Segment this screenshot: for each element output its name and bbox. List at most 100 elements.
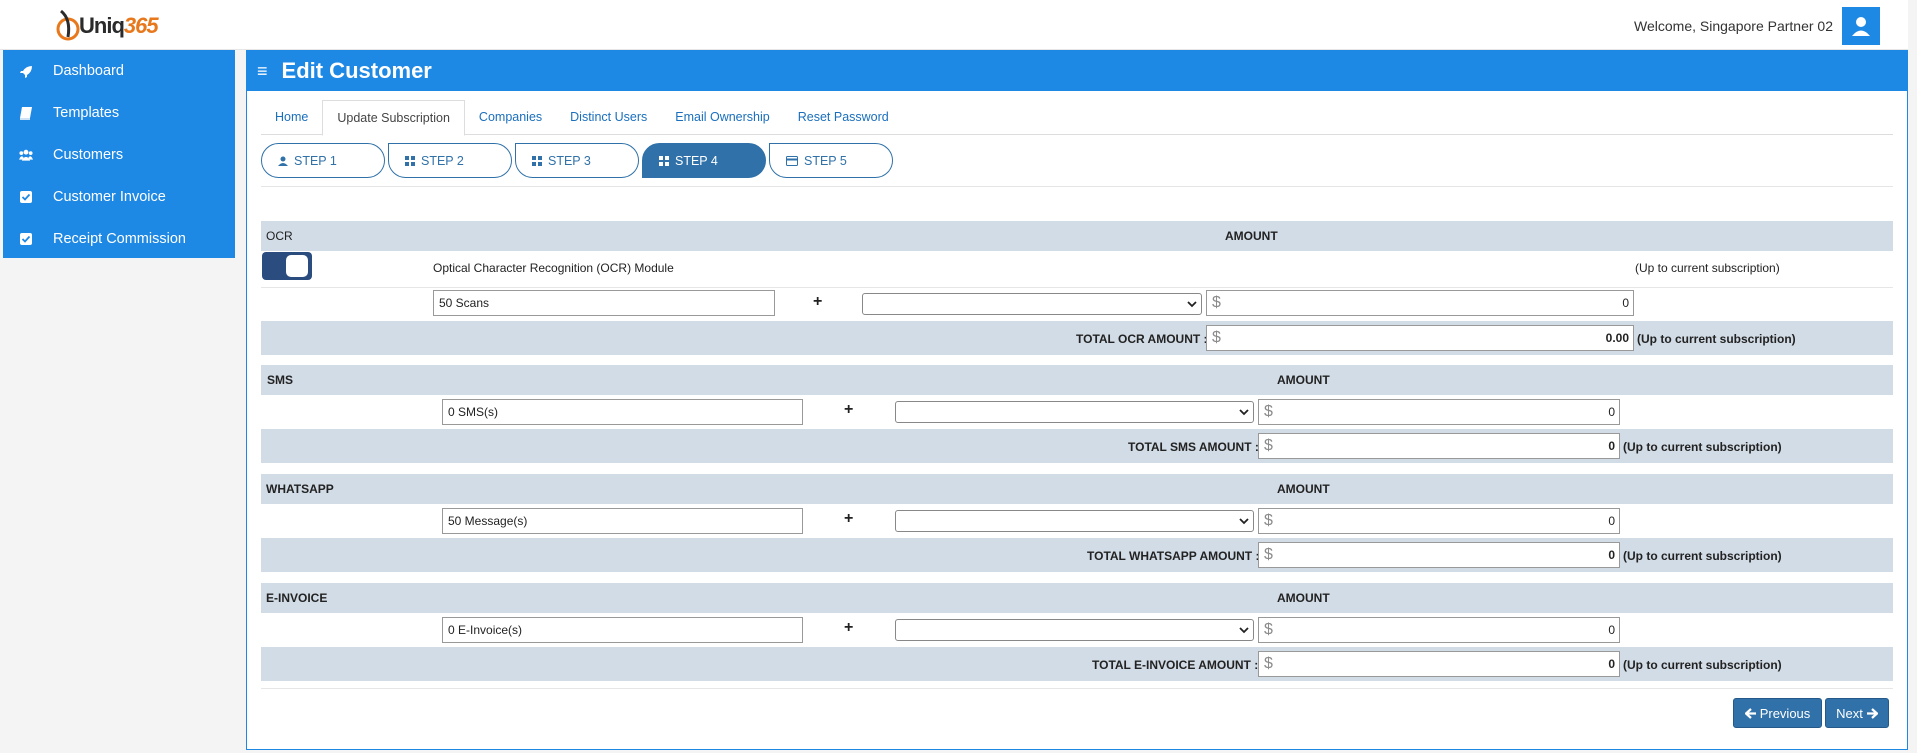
rocket-icon (19, 64, 33, 78)
chevron-down-icon (1187, 301, 1197, 308)
credit-card-icon (786, 155, 798, 166)
whatsapp-package-select[interactable] (895, 510, 1254, 532)
logo[interactable]: Uniq365 (55, 6, 159, 46)
ocr-header: OCR (266, 229, 293, 243)
sms-total-label: TOTAL SMS AMOUNT : (1128, 440, 1259, 454)
ocr-total-row: TOTAL OCR AMOUNT : $0.00 (Up to current … (261, 321, 1893, 355)
einvoice-total-row: TOTAL E-INVOICE AMOUNT : $0 (Up to curre… (261, 647, 1893, 681)
ocr-total-note: (Up to current subscription) (1637, 332, 1796, 346)
whatsapp-header: WHATSAPP (266, 482, 334, 496)
step-label: STEP 4 (675, 153, 718, 168)
ocr-amount-field[interactable]: $0 (1206, 290, 1634, 316)
sidebar-item-customer-invoice[interactable]: Customer Invoice (3, 176, 235, 218)
sms-total-row: TOTAL SMS AMOUNT : $0 (Up to current sub… (261, 429, 1893, 463)
dollar-icon: $ (1212, 294, 1221, 311)
einvoice-header: E-INVOICE (266, 591, 328, 605)
divider (261, 186, 1893, 187)
footer-divider (261, 688, 1893, 689)
einvoice-plus-icon[interactable]: + (844, 619, 853, 637)
tab-home[interactable]: Home (261, 100, 322, 135)
tab-bar: Home Update Subscription Companies Disti… (261, 100, 1893, 136)
ocr-quantity-field[interactable]: 50 Scans (433, 290, 775, 316)
page-title: Edit Customer (281, 58, 432, 83)
whatsapp-quantity-field[interactable]: 50 Message(s) (442, 508, 803, 534)
step-5[interactable]: STEP 5 (769, 143, 893, 178)
checkbox-icon (19, 232, 33, 246)
dollar-icon: $ (1264, 437, 1273, 454)
arrow-right-icon (1866, 707, 1878, 719)
einvoice-total-note: (Up to current subscription) (1623, 658, 1782, 672)
step-4[interactable]: STEP 4 (642, 143, 766, 178)
amount-header: AMOUNT (1277, 482, 1330, 496)
einvoice-amount-field[interactable]: $0 (1258, 617, 1620, 643)
sms-total-note: (Up to current subscription) (1623, 440, 1782, 454)
sidebar-item-label: Templates (53, 105, 120, 121)
whatsapp-plus-icon[interactable]: + (844, 510, 853, 528)
sidebar-item-customers[interactable]: Customers (3, 134, 235, 176)
step-2[interactable]: STEP 2 (388, 143, 512, 178)
tab-update-subscription[interactable]: Update Subscription (322, 100, 465, 136)
ocr-package-select[interactable] (862, 293, 1202, 315)
einvoice-package-select[interactable] (895, 619, 1254, 641)
book-icon (19, 106, 33, 120)
row-divider (261, 287, 1893, 288)
chevron-down-icon (1239, 627, 1249, 634)
dollar-icon: $ (1264, 546, 1273, 563)
step-label: STEP 1 (294, 153, 337, 168)
grid-icon (659, 155, 669, 166)
whatsapp-amount-field[interactable]: $0 (1258, 508, 1620, 534)
step-label: STEP 2 (421, 153, 464, 168)
whatsapp-header-row: WHATSAPP AMOUNT (261, 474, 1893, 504)
sidebar-item-dashboard[interactable]: Dashboard (3, 50, 235, 92)
amount-header: AMOUNT (1277, 591, 1330, 605)
ocr-note: (Up to current subscription) (1635, 261, 1780, 275)
sidebar: Dashboard Templates Customers Customer I… (3, 50, 235, 258)
sms-header: SMS (267, 373, 294, 387)
amount-header: AMOUNT (1277, 373, 1330, 387)
whatsapp-total-label: TOTAL WHATSAPP AMOUNT : (1087, 549, 1260, 563)
step-1[interactable]: STEP 1 (261, 143, 385, 178)
user-icon (1852, 17, 1870, 36)
hamburger-menu-icon[interactable]: ≡ (257, 61, 268, 82)
einvoice-quantity-field[interactable]: 0 E-Invoice(s) (442, 617, 803, 643)
step-label: STEP 3 (548, 153, 591, 168)
einvoice-header-row: E-INVOICE AMOUNT (261, 583, 1893, 613)
whatsapp-total-note: (Up to current subscription) (1623, 549, 1782, 563)
step-wizard: STEP 1 STEP 2 STEP 3 STEP 4 STEP 5 (261, 143, 896, 178)
sidebar-item-label: Customer Invoice (53, 189, 166, 205)
sms-plus-icon[interactable]: + (844, 401, 853, 419)
ocr-module-label: Optical Character Recognition (OCR) Modu… (433, 261, 674, 275)
next-button[interactable]: Next (1825, 698, 1889, 728)
sms-header-row: SMS AMOUNT (261, 365, 1893, 395)
ocr-toggle[interactable] (262, 252, 312, 280)
step-3[interactable]: STEP 3 (515, 143, 639, 178)
logo-mark-icon (55, 7, 81, 45)
previous-button[interactable]: Previous (1733, 698, 1822, 728)
dollar-icon: $ (1264, 403, 1273, 420)
sms-amount-field[interactable]: $0 (1258, 399, 1620, 425)
grid-icon (532, 155, 542, 166)
dollar-icon: $ (1212, 329, 1221, 346)
sms-quantity-field[interactable]: 0 SMS(s) (442, 399, 803, 425)
tab-email-ownership[interactable]: Email Ownership (661, 100, 783, 135)
tab-distinct-users[interactable]: Distinct Users (556, 100, 661, 135)
sidebar-item-templates[interactable]: Templates (3, 92, 235, 134)
arrow-left-icon (1744, 707, 1756, 719)
grid-icon (405, 155, 415, 166)
sidebar-item-receipt-commission[interactable]: Receipt Commission (3, 218, 235, 260)
sidebar-item-label: Receipt Commission (53, 231, 186, 247)
einvoice-total-label: TOTAL E-INVOICE AMOUNT : (1092, 658, 1259, 672)
chevron-down-icon (1239, 518, 1249, 525)
user-avatar-button[interactable] (1842, 7, 1880, 45)
sms-package-select[interactable] (895, 401, 1254, 423)
whatsapp-total-row: TOTAL WHATSAPP AMOUNT : $0 (Up to curren… (261, 538, 1893, 572)
whatsapp-total-field: $0 (1258, 542, 1620, 568)
amount-header: AMOUNT (1225, 229, 1278, 243)
tab-reset-password[interactable]: Reset Password (784, 100, 903, 135)
tab-companies[interactable]: Companies (465, 100, 556, 135)
panel-header: ≡ Edit Customer (247, 51, 1907, 91)
ocr-plus-icon[interactable]: + (813, 293, 822, 311)
einvoice-total-field: $0 (1258, 651, 1620, 677)
sidebar-item-label: Customers (53, 147, 124, 163)
sms-total-field: $0 (1258, 433, 1620, 459)
